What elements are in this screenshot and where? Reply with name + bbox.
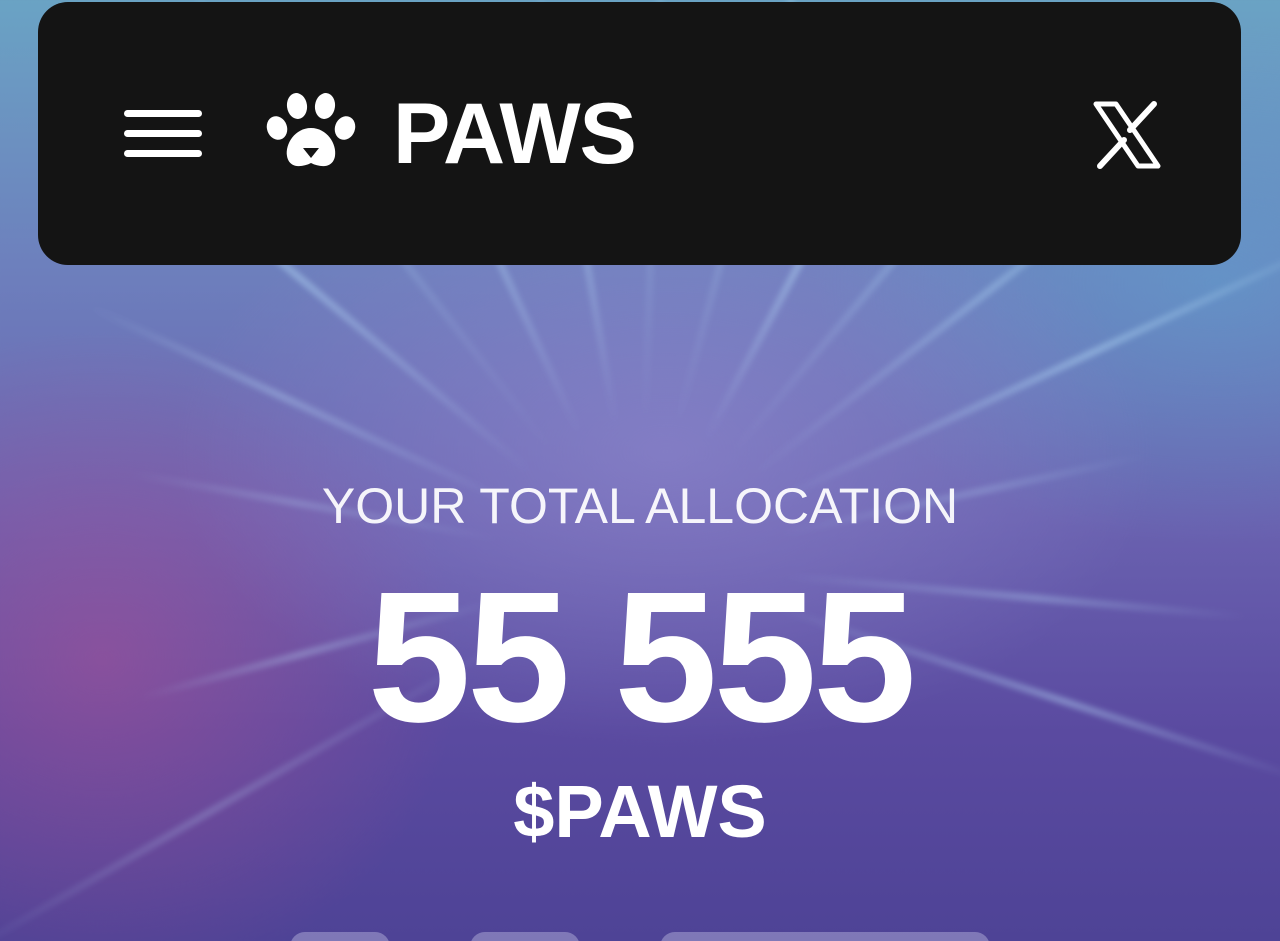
bottom-cards-peek [0,926,1280,941]
currency-ticker: $PAWS [513,770,767,853]
light-ray [765,226,1280,508]
top-bar [38,2,1241,265]
allocation-amount: 55 555 [367,554,917,761]
paw-logo-icon [265,92,357,172]
x-logo-icon[interactable] [1090,98,1164,172]
light-ray [85,302,515,508]
allocation-label: YOUR TOTAL ALLOCATION [321,478,959,534]
brand-title: PAWS [393,86,637,182]
hamburger-menu-icon[interactable] [124,110,202,158]
